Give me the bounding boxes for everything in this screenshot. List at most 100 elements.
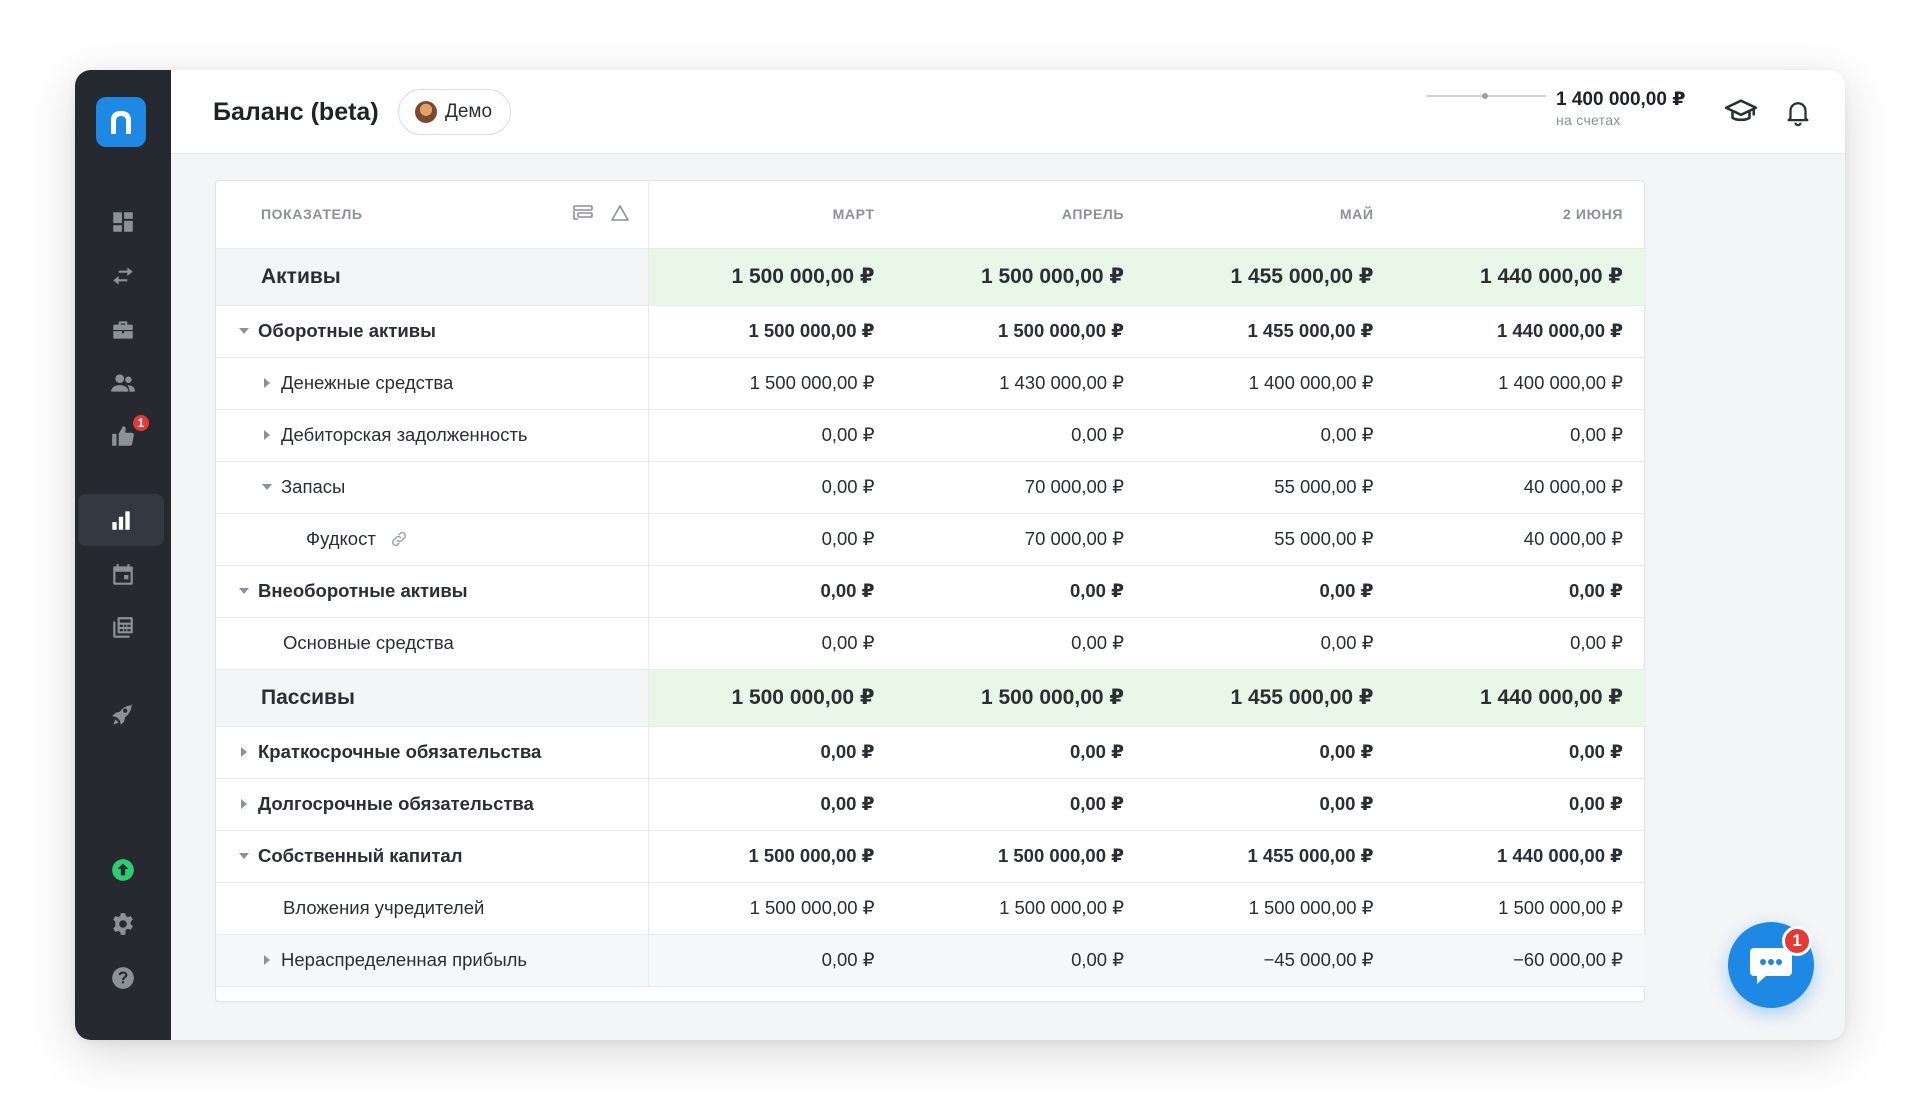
sidebar-item-operations[interactable] [75, 250, 171, 302]
row-label-retained-earnings[interactable]: Нераспределенная прибыль [216, 934, 649, 987]
sidebar-item-calendar[interactable] [75, 549, 171, 601]
table-cell: 70 000,00 ₽ [897, 513, 1147, 566]
dashboard-icon [113, 212, 133, 232]
app-window: 1 Баланс (beta) Демо 1 400 000,00 ₽ на с… [75, 70, 1845, 1040]
table-cell: 0,00 ₽ [1147, 726, 1397, 779]
caret-down-icon[interactable] [238, 325, 250, 337]
sidebar-item-deals[interactable]: 1 [75, 410, 171, 462]
balance-table-card: ПОКАЗАТЕЛЬ МАРТ АПРЕЛЬ МАЙ 2 ИЮНЯ Активы [215, 180, 1646, 1002]
bar-chart-icon [112, 511, 130, 530]
table-cell: 0,00 ₽ [648, 565, 898, 618]
balance-range-slider[interactable] [1426, 93, 1546, 99]
row-label-inventory[interactable]: Запасы [216, 461, 649, 514]
caret-right-icon[interactable] [238, 798, 250, 810]
row-label-noncurrent-assets[interactable]: Внеоборотные активы [216, 565, 649, 618]
table-row-equity[interactable]: Собственный капитал 1 500 000,00 ₽ 1 500… [216, 830, 1646, 883]
table-row-fixed-assets[interactable]: Основные средства 0,00 ₽ 0,00 ₽ 0,00 ₽ 0… [216, 617, 1646, 670]
caret-down-icon[interactable] [238, 850, 250, 862]
demo-avatar [415, 101, 437, 123]
table-row-receivables[interactable]: Дебиторская задолженность 0,00 ₽ 0,00 ₽ … [216, 409, 1646, 462]
table-cell: −45 000,00 ₽ [1147, 934, 1397, 987]
table-cell: 1 430 000,00 ₽ [897, 357, 1147, 410]
row-label-liabilities: Пассивы [216, 669, 649, 727]
row-label-fixed-assets: Основные средства [216, 617, 649, 670]
collapse-triangle-icon[interactable] [610, 204, 630, 222]
table-cell: 0,00 ₽ [897, 409, 1147, 462]
caret-down-icon[interactable] [238, 585, 250, 597]
table-cell: 1 500 000,00 ₽ [897, 830, 1147, 883]
sidebar-item-calculator[interactable] [75, 602, 171, 654]
table-row-short-term-liabilities[interactable]: Краткосрочные обязательства 0,00 ₽ 0,00 … [216, 726, 1646, 779]
table-row-founder-investments[interactable]: Вложения учредителей 1 500 000,00 ₽ 1 50… [216, 882, 1646, 935]
row-label-equity[interactable]: Собственный капитал [216, 830, 649, 883]
row-label-long-term-liabilities[interactable]: Долгосрочные обязательства [216, 778, 649, 831]
table-row-long-term-liabilities[interactable]: Долгосрочные обязательства 0,00 ₽ 0,00 ₽… [216, 778, 1646, 831]
caret-right-icon[interactable] [261, 377, 273, 389]
sidebar-item-settings[interactable] [75, 898, 171, 950]
row-label-receivables[interactable]: Дебиторская задолженность [216, 409, 649, 462]
row-label-cash[interactable]: Денежные средства [216, 357, 649, 410]
link-icon[interactable] [390, 530, 408, 548]
academy-button[interactable] [1723, 94, 1759, 130]
table-cell: 1 455 000,00 ₽ [1147, 830, 1397, 883]
demo-button[interactable]: Демо [398, 89, 512, 135]
table-cell: 0,00 ₽ [897, 726, 1147, 779]
table-row-retained-earnings[interactable]: Нераспределенная прибыль 0,00 ₽ 0,00 ₽ −… [216, 934, 1646, 987]
table-cell: 0,00 ₽ [648, 513, 898, 566]
table-cell: 0,00 ₽ [648, 726, 898, 779]
logo-icon [111, 111, 131, 134]
row-label-assets: Активы [216, 248, 649, 306]
table-row-noncurrent-assets[interactable]: Внеоборотные активы 0,00 ₽ 0,00 ₽ 0,00 ₽… [216, 565, 1646, 618]
table-row-cash[interactable]: Денежные средства 1 500 000,00 ₽ 1 430 0… [216, 357, 1646, 410]
table-cell: 0,00 ₽ [1396, 617, 1646, 670]
table-row-current-assets[interactable]: Оборотные активы 1 500 000,00 ₽ 1 500 00… [216, 305, 1646, 358]
caret-right-icon[interactable] [261, 429, 273, 441]
table-cell: 1 500 000,00 ₽ [648, 882, 898, 935]
table-cell: 1 440 000,00 ₽ [1396, 669, 1646, 727]
row-label-founder-investments: Вложения учредителей [216, 882, 649, 935]
sidebar-item-upgrade[interactable] [75, 844, 171, 896]
calculator-icon [113, 617, 133, 638]
column-header-march[interactable]: МАРТ [648, 181, 898, 249]
account-balance[interactable]: 1 400 000,00 ₽ [1556, 88, 1685, 111]
sidebar: 1 [75, 70, 171, 1040]
row-label-short-term-liabilities[interactable]: Краткосрочные обязательства [216, 726, 649, 779]
table-cell: 0,00 ₽ [1147, 778, 1397, 831]
sidebar-item-reports[interactable] [78, 494, 164, 546]
column-header-june[interactable]: 2 ИЮНЯ [1396, 181, 1646, 249]
table-cell: 0,00 ₽ [897, 778, 1147, 831]
people-icon [111, 374, 135, 392]
table-cell: 1 500 000,00 ₽ [648, 248, 898, 306]
sidebar-item-help[interactable] [75, 952, 171, 1004]
table-cell: 55 000,00 ₽ [1147, 461, 1397, 514]
table-cell: 1 500 000,00 ₽ [897, 248, 1147, 306]
column-header-may[interactable]: МАЙ [1147, 181, 1397, 249]
slider-knob[interactable] [1482, 93, 1488, 99]
caret-right-icon[interactable] [238, 746, 250, 758]
table-cell: 1 500 000,00 ₽ [897, 305, 1147, 358]
table-cell: 0,00 ₽ [648, 617, 898, 670]
sidebar-item-contractors[interactable] [75, 357, 171, 409]
table-cell: 1 500 000,00 ₽ [897, 669, 1147, 727]
row-label-current-assets[interactable]: Оборотные активы [216, 305, 649, 358]
expand-rows-icon[interactable] [572, 203, 594, 223]
graduation-cap-icon [1724, 99, 1758, 122]
sidebar-item-projects[interactable] [75, 304, 171, 356]
column-header-april[interactable]: АПРЕЛЬ [897, 181, 1147, 249]
table-row-liabilities: Пассивы 1 500 000,00 ₽ 1 500 000,00 ₽ 1 … [216, 669, 1646, 727]
app-logo[interactable] [96, 97, 146, 147]
table-cell: 1 500 000,00 ₽ [897, 882, 1147, 935]
table-row-foodcost[interactable]: Фудкост 0,00 ₽ 70 000,00 ₽ 55 000,00 ₽ 4… [216, 513, 1646, 566]
caret-down-icon[interactable] [261, 481, 273, 493]
table-cell: 0,00 ₽ [648, 934, 898, 987]
account-balance-caption: на счетах [1556, 112, 1621, 128]
table-row-inventory[interactable]: Запасы 0,00 ₽ 70 000,00 ₽ 55 000,00 ₽ 40… [216, 461, 1646, 514]
table-cell: 0,00 ₽ [1396, 409, 1646, 462]
bell-icon [1787, 102, 1809, 127]
row-label-foodcost[interactable]: Фудкост [216, 513, 649, 566]
rocket-icon [112, 704, 133, 725]
notifications-button[interactable] [1780, 94, 1816, 130]
sidebar-item-launch[interactable] [75, 689, 171, 741]
caret-right-icon[interactable] [261, 954, 273, 966]
sidebar-item-dashboard[interactable] [75, 196, 171, 248]
